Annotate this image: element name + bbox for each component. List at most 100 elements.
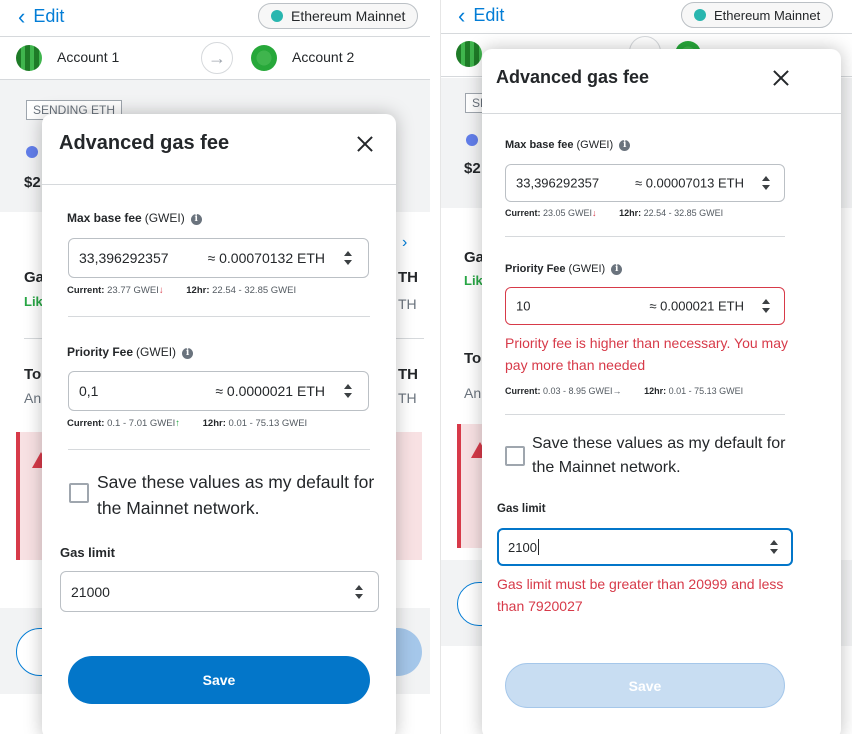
gas-row-label: Ga	[24, 269, 45, 286]
gas-limit-value: 2100	[508, 539, 539, 555]
advanced-gas-fee-modal: Advanced gas fee Max base fee (GWEI) i 33,…	[42, 114, 396, 734]
max-base-fee-hint: Current: 23.77 GWEI↓ 12hr: 22.54 - 32.85…	[67, 285, 297, 296]
text-cursor	[537, 539, 539, 555]
stepper-icon[interactable]	[354, 584, 364, 599]
save-default-checkbox[interactable]	[69, 483, 89, 503]
info-icon[interactable]: i	[190, 214, 202, 225]
max-base-fee-input[interactable]: 33,396292357 ≈ 0.00070132 ETH	[68, 238, 369, 278]
screen-divider	[430, 0, 440, 734]
from-account-name: Account 1	[57, 49, 120, 65]
back-edit-link[interactable]: ‹ Edit	[458, 2, 505, 28]
account-2-avatar	[251, 45, 277, 71]
section-divider	[505, 236, 785, 237]
likely-label: Lik	[24, 294, 43, 309]
max-base-fee-label: Max base fee (GWEI) i	[505, 139, 631, 151]
priority-fee-label: Priority Fee (GWEI) i	[67, 345, 194, 359]
gas-limit-error: Gas limit must be greater than 20999 and…	[497, 576, 784, 614]
stepper-icon[interactable]	[769, 540, 779, 554]
amount-fiat: $2	[464, 160, 481, 177]
chevron-left-icon: ‹	[18, 3, 26, 29]
eth-icon	[466, 134, 478, 146]
account-1-avatar	[16, 45, 42, 71]
gas-limit-value: 21000	[71, 583, 110, 600]
save-button[interactable]: Save	[505, 663, 785, 708]
header-divider	[42, 184, 396, 185]
max-base-fee-conversion: ≈ 0.00070132 ETH	[207, 250, 325, 266]
network-selector[interactable]: Ethereum Mainnet	[681, 2, 834, 28]
advanced-gas-fee-modal: Advanced gas fee Max base fee (GWEI) i 33,…	[482, 49, 841, 734]
trend-flat-icon: →	[612, 386, 622, 396]
left-screen: ‹ Edit Ethereum Mainnet Account 1 → Acco…	[0, 0, 430, 734]
gas-limit-input[interactable]: 2100	[497, 528, 793, 566]
priority-fee-hint: Current: 0.1 - 7.01 GWEI↑ 12hr: 0.01 - 7…	[67, 418, 308, 429]
network-label: Ethereum Mainnet	[291, 8, 406, 24]
save-default-label: Save these values as my default for the …	[532, 435, 786, 476]
stepper-icon[interactable]	[343, 251, 353, 265]
to-account-name: Account 2	[292, 49, 355, 65]
likely-label: Lik	[464, 273, 483, 288]
stepper-icon[interactable]	[761, 176, 771, 190]
app-header: ‹ Edit Ethereum Mainnet	[0, 0, 430, 34]
stepper-icon[interactable]	[343, 384, 353, 398]
gas-eth-value: TH	[398, 269, 418, 286]
app-header: ‹ Edit Ethereum Mainnet	[441, 0, 852, 34]
max-base-fee-hint: Current: 23.05 GWEI↓ 12hr: 22.54 - 32.85…	[505, 208, 724, 218]
priority-fee-error: Priority fee is higher than necessary. Y…	[505, 335, 789, 373]
back-edit-link[interactable]: ‹ Edit	[18, 3, 65, 29]
account-bar: Account 1 → Account 2	[0, 36, 430, 80]
gas-limit-label: Gas limit	[60, 545, 115, 560]
amount-gas-label: An	[24, 390, 42, 406]
max-base-fee-conversion: ≈ 0.00007013 ETH	[634, 175, 744, 191]
section-divider	[505, 414, 785, 415]
gas-row-label: Ga	[464, 249, 485, 266]
section-divider	[68, 316, 370, 317]
trend-down-icon: ↓	[592, 208, 597, 218]
modal-title: Advanced gas fee	[59, 132, 230, 154]
amount-gas-label: An	[464, 385, 482, 401]
max-base-fee-label: Max base fee (GWEI) i	[67, 211, 202, 225]
save-default-label: Save these values as my default for the …	[97, 472, 375, 518]
save-default-checkbox[interactable]	[505, 446, 525, 466]
save-button[interactable]: Save	[68, 656, 370, 704]
priority-fee-conversion: ≈ 0.0000021 ETH	[215, 383, 325, 399]
chevron-right-icon[interactable]: ›	[402, 234, 407, 252]
network-selector[interactable]: Ethereum Mainnet	[258, 3, 419, 29]
total-label: To	[24, 366, 42, 383]
max-base-fee-input[interactable]: 33,396292357 ≈ 0.00007013 ETH	[505, 164, 785, 202]
chevron-left-icon: ‹	[458, 2, 466, 28]
network-dot-icon	[271, 10, 283, 22]
edit-label: Edit	[33, 6, 65, 26]
close-icon[interactable]	[354, 133, 376, 155]
edit-label: Edit	[473, 5, 505, 25]
max-base-fee-value: 33,396292357	[79, 250, 169, 266]
eth-icon	[26, 146, 38, 158]
gas-eth-max: TH	[398, 296, 417, 312]
priority-fee-hint: Current: 0.03 - 8.95 GWEI→ 12hr: 0.01 - …	[505, 386, 744, 396]
arrow-right-icon: →	[201, 42, 233, 74]
priority-fee-input[interactable]: 0,1 ≈ 0.0000021 ETH	[68, 371, 369, 411]
info-icon[interactable]: i	[619, 140, 631, 151]
header-divider	[482, 113, 841, 114]
total-eth-max: TH	[398, 390, 417, 406]
total-label: To	[464, 350, 482, 367]
priority-fee-conversion: ≈ 0.000021 ETH	[649, 298, 744, 314]
stepper-icon[interactable]	[761, 299, 771, 313]
gas-limit-input[interactable]: 21000	[60, 571, 379, 612]
amount-fiat: $2	[24, 174, 41, 191]
priority-fee-label: Priority Fee (GWEI) i	[505, 263, 623, 275]
network-dot-icon	[694, 9, 706, 21]
trend-down-icon: ↓	[158, 285, 164, 296]
gas-limit-label: Gas limit	[497, 503, 546, 515]
network-label: Ethereum Mainnet	[714, 7, 821, 23]
max-base-fee-value: 33,396292357	[516, 175, 600, 191]
info-icon[interactable]: i	[182, 348, 194, 359]
close-icon[interactable]	[770, 67, 792, 89]
total-eth-value: TH	[398, 366, 418, 383]
info-icon[interactable]: i	[611, 264, 623, 275]
priority-fee-value: 10	[516, 298, 531, 314]
modal-title: Advanced gas fee	[496, 67, 650, 87]
right-screen: ‹ Edit Ethereum Mainnet → SE $2 › Ga Lik…	[440, 0, 852, 734]
account-1-avatar	[456, 41, 482, 67]
section-divider	[68, 449, 370, 450]
priority-fee-input[interactable]: 10 ≈ 0.000021 ETH	[505, 287, 785, 325]
